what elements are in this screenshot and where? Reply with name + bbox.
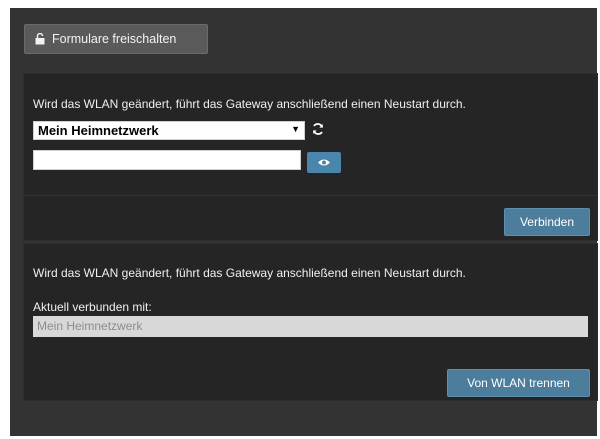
settings-frame: Formulare freischalten Wird das WLAN geä… (10, 8, 598, 436)
show-password-button[interactable] (307, 152, 341, 173)
chevron-down-icon: ▼ (291, 124, 300, 134)
wifi-password-input[interactable] (33, 150, 301, 170)
unlock-forms-label: Formulare freischalten (52, 32, 177, 46)
connect-panel: Wird das WLAN geändert, führt das Gatewa… (23, 73, 598, 241)
restart-warning-text: Wird das WLAN geändert, führt das Gatewa… (33, 266, 466, 280)
connect-button[interactable]: Verbinden (504, 208, 590, 236)
disconnect-panel: Wird das WLAN geändert, führt das Gatewa… (23, 243, 598, 401)
lock-open-icon (35, 33, 45, 45)
network-select-value: Mein Heimnetzwerk (38, 123, 159, 138)
network-select[interactable]: Mein Heimnetzwerk ▼ (33, 121, 305, 140)
unlock-forms-button[interactable]: Formulare freischalten (24, 24, 208, 54)
refresh-icon[interactable] (311, 122, 325, 136)
restart-warning-text: Wird das WLAN geändert, führt das Gatewa… (33, 97, 466, 111)
eye-icon (318, 159, 330, 166)
panel-divider (24, 195, 597, 196)
disconnect-wifi-button[interactable]: Von WLAN trennen (447, 369, 590, 397)
current-connection-label: Aktuell verbunden mit: (33, 300, 152, 314)
current-network-field: Mein Heimnetzwerk (33, 316, 588, 337)
